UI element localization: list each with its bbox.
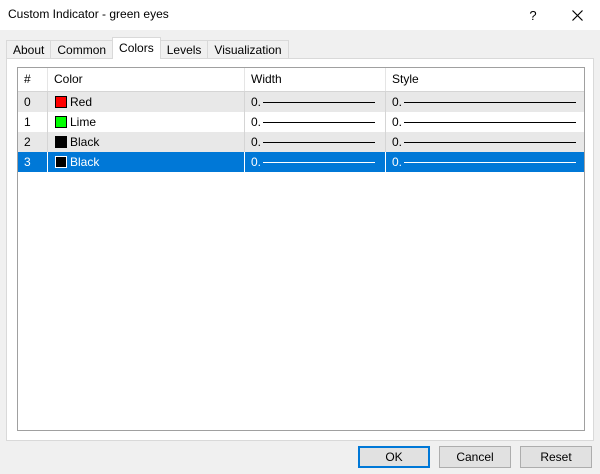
width-cell[interactable]: 0. [245, 152, 386, 172]
table-row-selected[interactable]: 3 Black 0. 0. [18, 152, 584, 172]
table-row[interactable]: 2 Black 0. 0. [18, 132, 584, 152]
width-cell[interactable]: 0. [245, 112, 386, 132]
header-width[interactable]: Width [245, 68, 386, 91]
width-cell[interactable]: 0. [245, 132, 386, 152]
table-row[interactable]: 1 Lime 0. 0. [18, 112, 584, 132]
color-cell[interactable]: Black [48, 132, 245, 152]
style-cell[interactable]: 0. [386, 112, 584, 132]
color-swatch [55, 96, 67, 108]
width-value: 0. [251, 135, 262, 149]
style-value: 0. [392, 115, 403, 129]
style-cell[interactable]: 0. [386, 152, 584, 172]
color-name: Lime [70, 115, 97, 129]
tab-visualization[interactable]: Visualization [207, 40, 289, 59]
style-line-preview [404, 102, 576, 103]
title-bar: Custom Indicator - green eyes ? [0, 0, 600, 30]
help-button[interactable]: ? [510, 0, 556, 30]
tab-strip: About Common Colors Levels Visualization [6, 37, 289, 59]
color-swatch [55, 136, 67, 148]
tab-colors[interactable]: Colors [112, 37, 161, 59]
width-line-preview [263, 122, 375, 123]
close-icon [571, 9, 583, 21]
row-index: 3 [18, 152, 48, 172]
color-swatch [55, 156, 67, 168]
style-cell[interactable]: 0. [386, 92, 584, 112]
color-name: Red [70, 95, 93, 109]
style-value: 0. [392, 95, 403, 109]
tab-common[interactable]: Common [50, 40, 114, 59]
style-value: 0. [392, 135, 403, 149]
style-line-preview [404, 142, 576, 143]
style-line-preview [404, 122, 576, 123]
color-cell[interactable]: Red [48, 92, 245, 112]
width-value: 0. [251, 155, 262, 169]
width-value: 0. [251, 95, 262, 109]
tab-levels[interactable]: Levels [159, 40, 209, 59]
width-line-preview [263, 162, 375, 163]
header-color[interactable]: Color [48, 68, 245, 91]
width-line-preview [263, 142, 375, 143]
style-line-preview [404, 162, 576, 163]
row-index: 1 [18, 112, 48, 132]
row-index: 0 [18, 92, 48, 112]
color-cell[interactable]: Black [48, 152, 245, 172]
color-swatch [55, 116, 67, 128]
width-line-preview [263, 102, 375, 103]
color-cell[interactable]: Lime [48, 112, 245, 132]
header-style[interactable]: Style [386, 68, 584, 91]
color-name: Black [70, 155, 100, 169]
ok-button[interactable]: OK [358, 446, 430, 468]
colors-list[interactable]: # Color Width Style 0 Red 0. 0. 1 Lime 0… [17, 67, 585, 431]
width-cell[interactable]: 0. [245, 92, 386, 112]
reset-button[interactable]: Reset [520, 446, 592, 468]
style-cell[interactable]: 0. [386, 132, 584, 152]
table-row[interactable]: 0 Red 0. 0. [18, 92, 584, 112]
row-index: 2 [18, 132, 48, 152]
color-name: Black [70, 135, 100, 149]
style-value: 0. [392, 155, 403, 169]
list-header: # Color Width Style [18, 68, 584, 92]
width-value: 0. [251, 115, 262, 129]
window-title: Custom Indicator - green eyes [8, 7, 169, 21]
close-button[interactable] [554, 0, 600, 30]
header-index[interactable]: # [18, 68, 48, 91]
tab-about[interactable]: About [6, 40, 52, 59]
cancel-button[interactable]: Cancel [439, 446, 511, 468]
